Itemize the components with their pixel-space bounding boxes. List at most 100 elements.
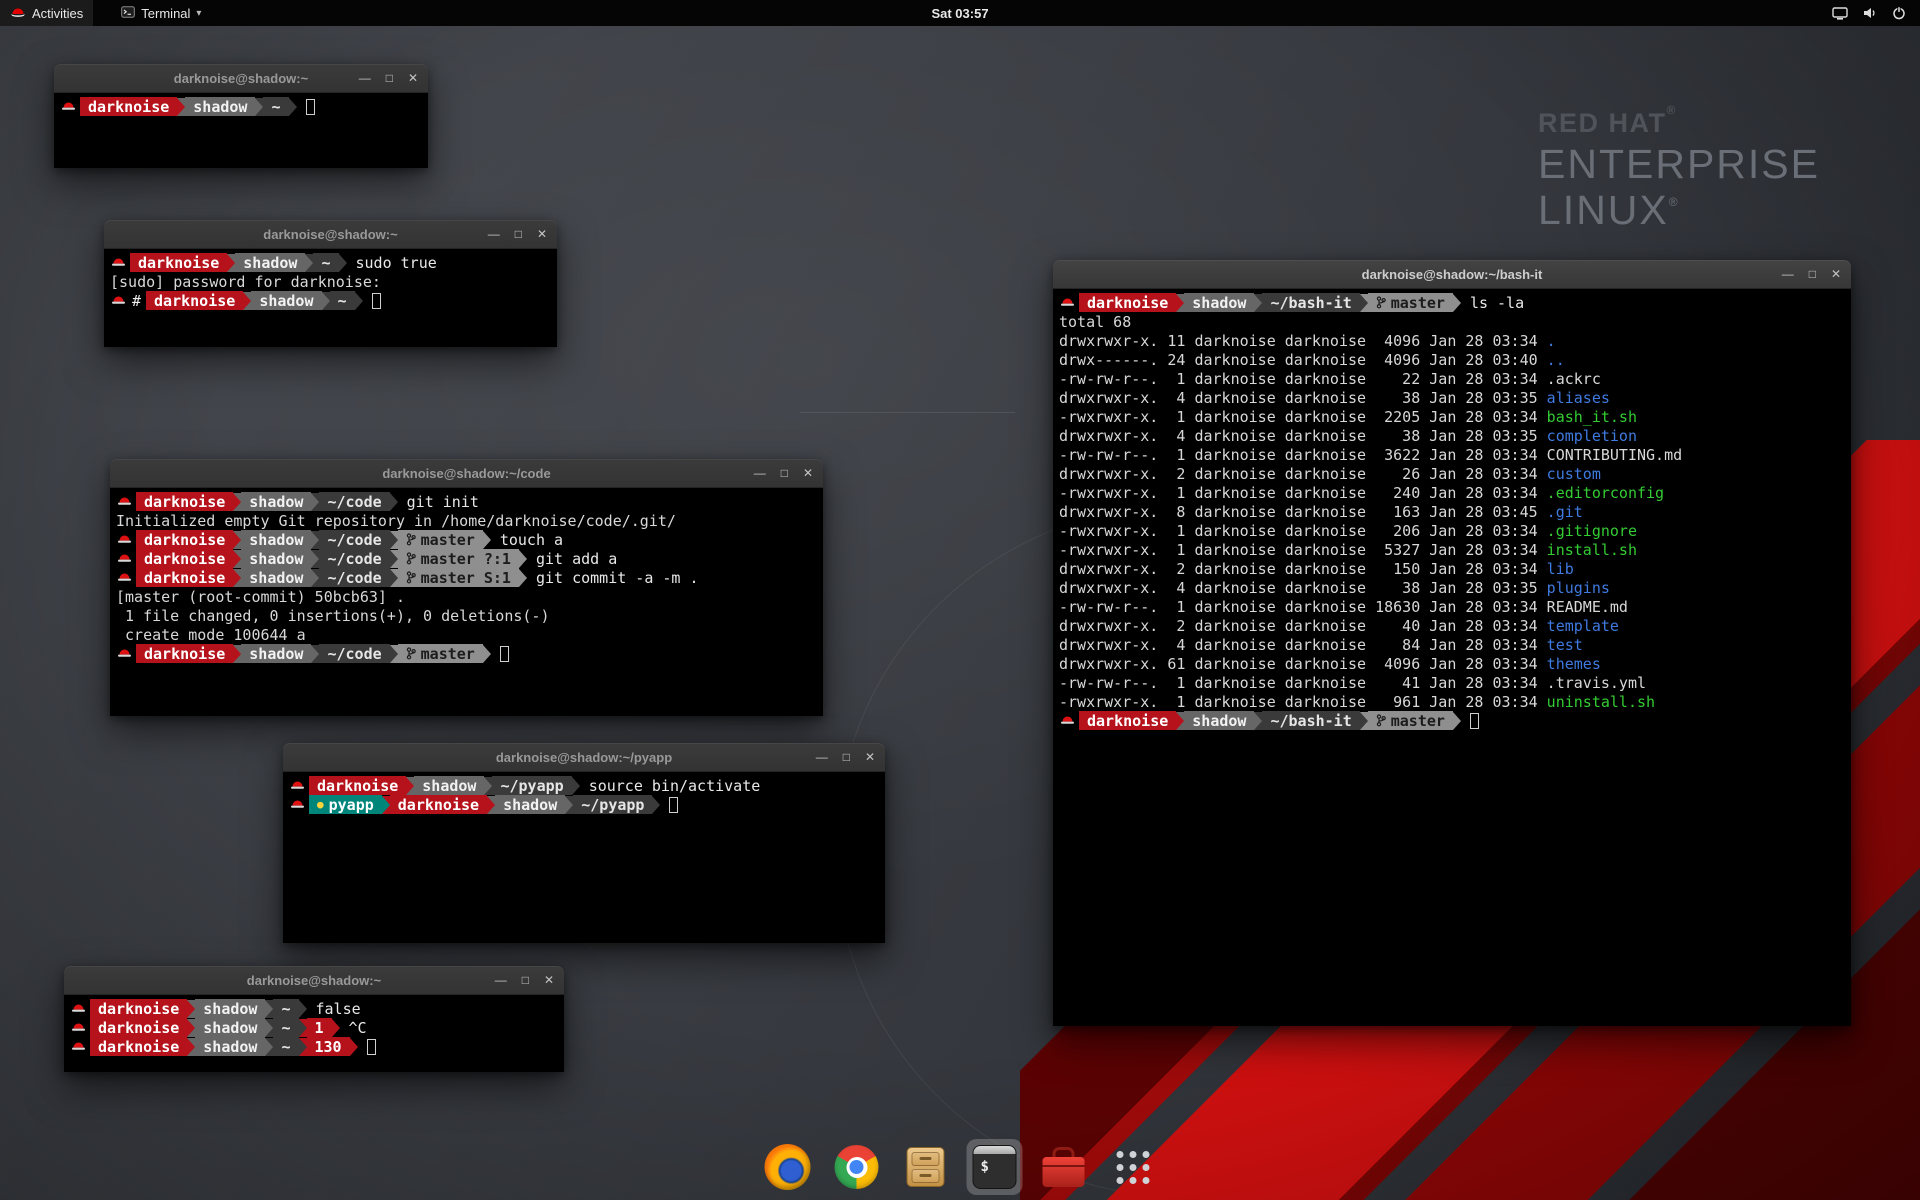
segment-text: master [421, 645, 475, 663]
command-text: false [307, 1000, 361, 1018]
app-grid-icon[interactable] [1105, 1139, 1161, 1195]
minimize-button[interactable]: — [754, 459, 766, 487]
redhat-icon [118, 496, 131, 507]
toolbox-icon[interactable] [1036, 1139, 1092, 1195]
files-icon[interactable] [898, 1139, 954, 1195]
close-button[interactable]: ✕ [537, 220, 547, 248]
segment-text: shadow [1192, 294, 1246, 312]
terminal-line: darknoiseshadow~/codemaster ?:1git add a [110, 549, 823, 568]
app-menu-button[interactable]: Terminal ▾ [111, 0, 211, 26]
close-button[interactable]: ✕ [803, 459, 813, 487]
activities-button[interactable]: Activities [0, 0, 93, 26]
terminal-line: -rw-rw-r--. 1 darknoise darknoise 41 Jan… [1053, 673, 1851, 692]
powerline-arrow [299, 1038, 307, 1056]
terminal-window-code: darknoise@shadow:~/code—□✕darknoiseshado… [110, 459, 823, 716]
minimize-button[interactable]: — [495, 966, 507, 994]
window-controls: — □ ✕ [754, 459, 823, 487]
prompt-segment-host: shadow [414, 776, 484, 795]
window-titlebar[interactable]: darknoise@shadow:~/bash-it—□✕ [1053, 260, 1851, 289]
maximize-button[interactable]: □ [386, 64, 393, 92]
terminal-icon[interactable]: $ [967, 1139, 1023, 1195]
segment-text: pyapp [329, 796, 374, 814]
powerline-arrow [289, 98, 297, 116]
window-titlebar[interactable]: darknoise@shadow:~— □ ✕ [64, 966, 564, 995]
output-text: create mode 100644 a [116, 626, 306, 644]
terminal-content[interactable]: darknoiseshadow~/codegit initInitialized… [110, 488, 823, 716]
file-name: . [1547, 332, 1556, 350]
terminal-content[interactable]: darknoiseshadow~ [54, 93, 428, 168]
prompt-segment-user: darknoise [130, 253, 227, 272]
segment-text: ~/code [327, 569, 381, 587]
segment-text: shadow [243, 254, 297, 272]
chrome-icon[interactable] [829, 1139, 885, 1195]
segment-text: darknoise [88, 98, 169, 116]
screen-icon[interactable] [1832, 6, 1848, 20]
terminal-line: drwxrwxr-x. 61 darknoise darknoise 4096 … [1053, 654, 1851, 673]
window-titlebar[interactable]: darknoise@shadow:~/pyapp—□✕ [283, 743, 885, 772]
close-button[interactable]: ✕ [1831, 260, 1841, 288]
terminal-line: ●pyappdarknoiseshadow~/pyapp [283, 795, 885, 814]
segment-text: ~ [281, 1019, 290, 1037]
terminal-window-home-1: darknoise@shadow:~—□✕darknoiseshadow~ [54, 64, 428, 168]
window-titlebar[interactable]: darknoise@shadow:~—□✕ [54, 64, 428, 93]
prompt-segment-path: ~ [330, 291, 355, 310]
file-name: .travis.yml [1547, 674, 1646, 692]
prompt-segment-user: darknoise [90, 999, 187, 1018]
terminal-line: drwxrwxr-x. 2 darknoise darknoise 40 Jan… [1053, 616, 1851, 635]
output-text: total 68 [1059, 313, 1131, 331]
git-branch-icon [406, 571, 416, 584]
terminal-line: create mode 100644 a [110, 625, 823, 644]
desktop[interactable]: { "topbar": { "activities_label": "Activ… [0, 0, 1920, 1200]
segment-text: ~ [338, 292, 347, 310]
maximize-button[interactable]: □ [515, 220, 522, 248]
powerline-arrow [1254, 712, 1262, 730]
powerline-arrow [305, 254, 313, 272]
git-branch-icon [1376, 296, 1386, 309]
minimize-button[interactable]: — [488, 220, 500, 248]
toolbox-logo [1043, 1157, 1085, 1187]
prompt-segment-user: darknoise [1079, 293, 1176, 312]
minimize-button[interactable]: — [359, 64, 371, 92]
minimize-button[interactable]: — [816, 743, 828, 771]
close-button[interactable]: ✕ [408, 64, 418, 92]
minimize-button[interactable]: — [1782, 260, 1794, 288]
app-grid-dots [1116, 1151, 1149, 1184]
terminal-content[interactable]: darknoiseshadow~falsedarknoiseshadow~1^C… [64, 995, 564, 1072]
volume-icon[interactable] [1862, 6, 1878, 20]
file-name: custom [1547, 465, 1601, 483]
window-title: darknoise@shadow:~ [64, 973, 564, 988]
power-icon[interactable] [1892, 6, 1906, 20]
maximize-button[interactable]: □ [781, 459, 788, 487]
window-titlebar[interactable]: darknoise@shadow:~—□✕ [104, 220, 557, 249]
close-button[interactable]: ✕ [544, 966, 554, 994]
clock[interactable]: Sat 03:57 [931, 6, 988, 21]
maximize-button[interactable]: □ [843, 743, 850, 771]
terminal-line: -rwxrwxr-x. 1 darknoise darknoise 206 Ja… [1053, 521, 1851, 540]
terminal-content[interactable]: darknoiseshadow~/pyappsource bin/activat… [283, 772, 885, 943]
powerline-arrow [652, 796, 660, 814]
segment-text: ~/bash-it [1270, 294, 1351, 312]
segment-text: darknoise [1087, 712, 1168, 730]
terminal-content[interactable]: darknoiseshadow~sudo true[sudo] password… [104, 249, 557, 347]
terminal-line: drwxrwxr-x. 4 darknoise darknoise 38 Jan… [1053, 578, 1851, 597]
terminal-line: drwxrwxr-x. 4 darknoise darknoise 38 Jan… [1053, 388, 1851, 407]
segment-text: shadow [249, 569, 303, 587]
file-entry-details: drwxrwxr-x. 4 darknoise darknoise 38 Jan… [1059, 389, 1547, 407]
maximize-button[interactable]: □ [522, 966, 529, 994]
segment-text: shadow [249, 531, 303, 549]
close-button[interactable]: ✕ [865, 743, 875, 771]
prompt-segment-user: darknoise [1079, 711, 1176, 730]
prompt-segment-err: 1 [307, 1018, 332, 1037]
powerline-arrow [1176, 712, 1184, 730]
powerline-arrow [390, 531, 398, 549]
window-titlebar[interactable]: darknoise@shadow:~/code—□✕ [110, 459, 823, 488]
redhat-icon [291, 799, 304, 810]
powerline-arrow [519, 569, 527, 587]
firefox-icon[interactable] [760, 1139, 816, 1195]
powerline-arrow [483, 645, 491, 663]
maximize-button[interactable]: □ [1809, 260, 1816, 288]
segment-text: master [421, 531, 475, 549]
terminal-content[interactable]: darknoiseshadow~/bash-itmasterls -latota… [1053, 289, 1851, 1026]
prompt-segment-user: darknoise [136, 492, 233, 511]
powerline-arrow [243, 292, 251, 310]
